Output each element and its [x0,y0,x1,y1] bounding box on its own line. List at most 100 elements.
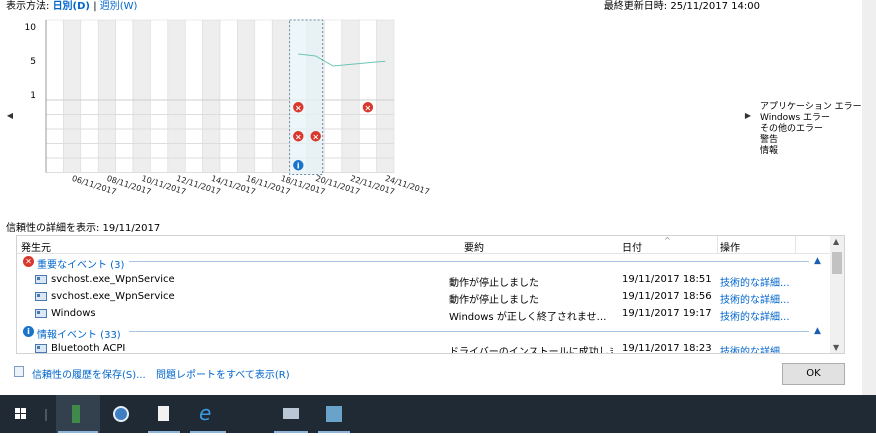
error-icon: ✕ [23,256,34,267]
last-updated: 最終更新日時: 25/11/2017 14:00 [603,1,760,12]
view-separator: | [93,1,97,12]
col-divider [795,236,796,253]
day-column [45,19,64,173]
group-divider [129,331,809,332]
day-column [80,19,99,173]
scroll-up-arrow[interactable]: ▲ [833,237,839,246]
table-row[interactable]: svchost.exe_WpnService 動作が停止しました 19/11/2… [17,272,830,289]
day-column [97,19,116,173]
group-critical[interactable]: ✕ 重要なイベント (3) ▲ [17,254,830,271]
table-header: 発生元 要約 日付 ^ 操作 [17,236,830,254]
view-selector: 表示方法: 日別(D) | 週別(W) [6,0,137,14]
day-column [219,19,238,173]
sort-ascending-icon: ^ [664,236,671,245]
day-column [254,19,273,173]
show-all-reports-link[interactable]: 問題レポートをすべて表示(R) [156,366,290,381]
save-history-link[interactable]: 信頼性の履歴を保存(S)... [32,366,146,381]
y-tick-label: 10 [25,23,37,33]
windows-logo-icon [15,408,26,419]
day-column [132,19,151,173]
table-scrollbar[interactable]: ▲ ▼ [830,236,844,353]
day-column [358,19,377,173]
col-date[interactable]: 日付 [622,239,642,254]
day-column [184,19,203,173]
browser-icon [113,406,129,422]
row-source: Windows [51,308,96,319]
day-column [341,19,360,173]
monitor-icon [326,406,342,422]
table-row[interactable]: Bluetooth ACPI ドライバーのインストールに成功しました 19/11… [17,341,830,354]
legend-warning: 警告 [760,135,779,145]
row-date: 19/11/2017 18:56 [622,291,712,302]
ok-button[interactable]: OK [782,363,845,385]
technical-details-link[interactable]: 技術的な詳細... [720,343,790,353]
row-summary: 動作が停止しました [449,295,539,306]
table-row[interactable]: svchost.exe_WpnService 動作が停止しました 19/11/2… [17,289,830,306]
technical-details-link[interactable]: 技術的な詳細... [720,291,790,306]
taskbar-app-document[interactable] [146,395,182,433]
app-bookmark-icon [72,405,80,423]
technical-details-link[interactable]: 技術的な詳細... [720,274,790,289]
app-icon [35,309,47,318]
collapse-icon[interactable]: ▲ [814,256,821,266]
group-informational[interactable]: i 情報イベント (33) ▲ [17,324,830,341]
reliability-chart[interactable]: 10 5 1 × × × × i 06/11/2017 08/11/2017 10/11/2017 1… [16,18,756,212]
legend-other-error: その他のエラー [760,124,824,134]
day-column [271,19,290,173]
group-label: 重要なイベント (3) [37,260,125,271]
event-glyph: × [312,132,319,141]
group-divider [129,261,809,262]
app-icon [35,292,47,301]
view-weekly-link[interactable]: 週別(W) [100,1,138,12]
internet-explorer-icon: e [199,401,212,425]
group-label: 情報イベント (33) [37,330,121,341]
events-table: 発生元 要約 日付 ^ 操作 ✕ 重要なイベント (3) ▲ svchost.e… [16,235,845,354]
col-divider [717,236,718,253]
save-icon [14,366,24,377]
start-button[interactable] [6,395,36,433]
selected-day-highlight [289,19,324,175]
taskbar-app-1[interactable] [56,395,100,433]
taskbar: e [0,395,876,433]
view-daily-link[interactable]: 日別(D) [53,1,90,12]
view-label: 表示方法: [6,1,50,12]
day-column [167,19,186,173]
row-date: 19/11/2017 18:51 [622,274,712,285]
scroll-thumb[interactable] [832,252,842,274]
info-icon: i [23,326,34,337]
app-icon [35,344,47,353]
network-icon [283,408,299,419]
day-column [237,19,256,173]
document-icon [158,406,169,421]
legend-info: 情報 [760,146,779,156]
chart-prev-arrow[interactable]: ◀ [4,110,16,122]
y-tick-label: 1 [30,91,36,101]
day-column [324,19,343,173]
row-summary: 動作が停止しました [449,278,539,289]
dialog-footer: 信頼性の履歴を保存(S)... 問題レポートをすべて表示(R) [0,360,876,384]
row-summary: ドライバーのインストールに成功しました [449,347,613,354]
legend-app-error: アプリケーション エラー [760,102,862,112]
day-column [63,19,82,173]
technical-details-link[interactable]: 技術的な詳細... [720,308,790,323]
taskbar-app-ie[interactable]: e [188,395,228,433]
taskbar-app-browser[interactable] [102,395,140,433]
legend-windows-error: Windows エラー [760,113,831,123]
background-strip [862,0,876,395]
taskbar-app-monitor[interactable] [316,395,352,433]
col-source[interactable]: 発生元 [21,239,51,254]
day-column [376,19,395,173]
reliability-chart-svg: 1051× ×× ×i06/11/201708/11/201710/11/20171… [25,19,431,197]
chart-next-arrow[interactable]: ▶ [742,110,754,122]
day-column [150,19,169,173]
collapse-icon[interactable]: ▲ [814,326,821,336]
row-source: Bluetooth ACPI [51,343,126,354]
event-glyph: × [295,132,302,141]
scroll-down-arrow[interactable]: ▼ [833,343,839,352]
taskbar-app-network[interactable] [272,395,310,433]
event-glyph: × [295,103,302,112]
col-summary[interactable]: 要約 [464,239,484,254]
event-glyph: × [365,103,372,112]
table-row[interactable]: Windows Windows が正しく終了されませんでした 19/11/201… [17,306,830,323]
col-action[interactable]: 操作 [720,239,740,254]
